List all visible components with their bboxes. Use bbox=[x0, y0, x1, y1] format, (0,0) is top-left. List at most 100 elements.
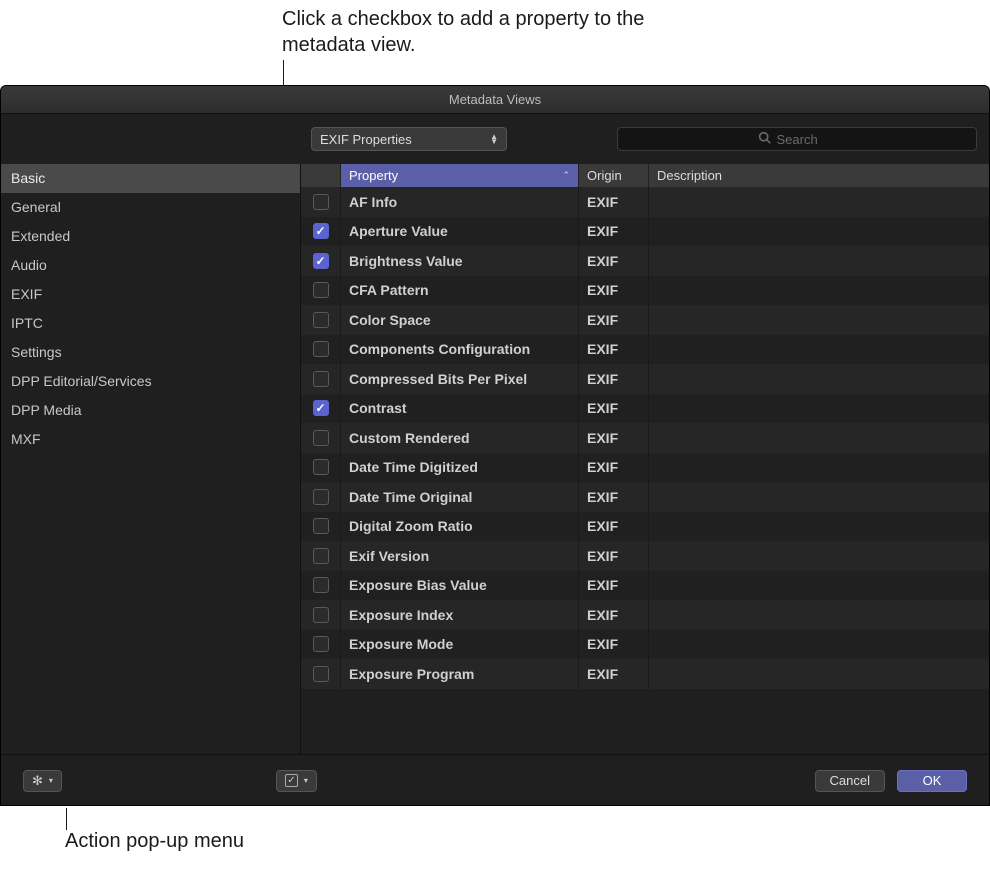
check-popup-button[interactable]: ✓ ▾ bbox=[276, 770, 317, 792]
row-checkbox[interactable] bbox=[313, 282, 329, 298]
callout-bottom: Action pop-up menu bbox=[65, 830, 244, 853]
metadata-views-window: Metadata Views EXIF Properties ▲▼ BasicG… bbox=[0, 85, 990, 806]
table-row[interactable]: ✓ ContrastEXIF bbox=[301, 394, 989, 424]
sidebar-item[interactable]: Basic bbox=[1, 164, 300, 193]
table-row[interactable]: Date Time DigitizedEXIF bbox=[301, 453, 989, 483]
row-property: AF Info bbox=[341, 187, 579, 217]
row-description bbox=[649, 541, 989, 571]
row-description bbox=[649, 423, 989, 453]
table-row[interactable]: Custom RenderedEXIF bbox=[301, 423, 989, 453]
row-description bbox=[649, 187, 989, 217]
row-property: Exposure Index bbox=[341, 600, 579, 630]
select-arrows-icon: ▲▼ bbox=[490, 134, 498, 144]
table-row[interactable]: ✓Aperture ValueEXIF bbox=[301, 217, 989, 247]
row-checkbox-cell bbox=[301, 364, 341, 394]
table-header: Property ⌃ Origin Description bbox=[301, 164, 989, 187]
row-origin: EXIF bbox=[579, 541, 649, 571]
chevron-down-icon: ▾ bbox=[49, 776, 53, 785]
row-checkbox[interactable] bbox=[313, 518, 329, 534]
table-row[interactable]: Exposure Bias ValueEXIF bbox=[301, 571, 989, 601]
row-property: Compressed Bits Per Pixel bbox=[341, 364, 579, 394]
row-property: Contrast bbox=[341, 394, 579, 424]
search-input[interactable] bbox=[777, 132, 837, 147]
row-checkbox[interactable]: ✓ bbox=[313, 223, 329, 239]
column-checkbox[interactable] bbox=[301, 164, 341, 187]
row-property: Exif Version bbox=[341, 541, 579, 571]
sidebar-item[interactable]: DPP Editorial/Services bbox=[1, 367, 300, 396]
row-description bbox=[649, 217, 989, 247]
row-origin: EXIF bbox=[579, 659, 649, 689]
table-row[interactable]: Digital Zoom RatioEXIF bbox=[301, 512, 989, 542]
row-checkbox[interactable]: ✓ bbox=[313, 400, 329, 416]
row-origin: EXIF bbox=[579, 600, 649, 630]
row-checkbox-cell bbox=[301, 600, 341, 630]
table-row[interactable]: AF InfoEXIF bbox=[301, 187, 989, 217]
table-row[interactable]: Exposure ProgramEXIF bbox=[301, 659, 989, 689]
table-row[interactable]: Components ConfigurationEXIF bbox=[301, 335, 989, 365]
row-checkbox-cell bbox=[301, 512, 341, 542]
table-body: AF InfoEXIF✓Aperture ValueEXIF✓Brightnes… bbox=[301, 187, 989, 754]
row-description bbox=[649, 335, 989, 365]
properties-select[interactable]: EXIF Properties ▲▼ bbox=[311, 127, 507, 151]
sidebar-item[interactable]: MXF bbox=[1, 425, 300, 454]
row-origin: EXIF bbox=[579, 187, 649, 217]
sidebar-item[interactable]: EXIF bbox=[1, 280, 300, 309]
row-checkbox[interactable] bbox=[313, 430, 329, 446]
row-checkbox[interactable] bbox=[313, 341, 329, 357]
table-row[interactable]: CFA PatternEXIF bbox=[301, 276, 989, 306]
row-description bbox=[649, 630, 989, 660]
table-row[interactable]: Compressed Bits Per PixelEXIF bbox=[301, 364, 989, 394]
row-checkbox[interactable] bbox=[313, 371, 329, 387]
table-row[interactable]: Exposure IndexEXIF bbox=[301, 600, 989, 630]
sidebar-item[interactable]: Extended bbox=[1, 222, 300, 251]
row-property: Aperture Value bbox=[341, 217, 579, 247]
sidebar-item[interactable]: DPP Media bbox=[1, 396, 300, 425]
row-checkbox[interactable] bbox=[313, 312, 329, 328]
table-row[interactable]: Date Time OriginalEXIF bbox=[301, 482, 989, 512]
gear-icon: ✻ bbox=[32, 773, 43, 789]
callout-top: Click a checkbox to add a property to th… bbox=[282, 6, 702, 58]
row-origin: EXIF bbox=[579, 335, 649, 365]
row-origin: EXIF bbox=[579, 394, 649, 424]
column-property[interactable]: Property ⌃ bbox=[341, 164, 579, 187]
sidebar-list: BasicGeneralExtendedAudioEXIFIPTCSetting… bbox=[1, 164, 301, 754]
ok-button[interactable]: OK bbox=[897, 770, 967, 792]
sidebar-item[interactable]: IPTC bbox=[1, 309, 300, 338]
table-row[interactable]: Exif VersionEXIF bbox=[301, 541, 989, 571]
table-row[interactable]: ✓Brightness ValueEXIF bbox=[301, 246, 989, 276]
properties-select-value: EXIF Properties bbox=[320, 132, 412, 147]
row-checkbox[interactable] bbox=[313, 548, 329, 564]
row-property: Date Time Digitized bbox=[341, 453, 579, 483]
action-popup-button[interactable]: ✻ ▾ bbox=[23, 770, 62, 792]
row-checkbox[interactable] bbox=[313, 607, 329, 623]
sidebar-item[interactable]: Settings bbox=[1, 338, 300, 367]
row-property: CFA Pattern bbox=[341, 276, 579, 306]
row-checkbox-cell bbox=[301, 453, 341, 483]
sidebar-item[interactable]: Audio bbox=[1, 251, 300, 280]
table-row[interactable]: Exposure ModeEXIF bbox=[301, 630, 989, 660]
row-description bbox=[649, 512, 989, 542]
sidebar-item[interactable]: General bbox=[1, 193, 300, 222]
row-checkbox[interactable] bbox=[313, 666, 329, 682]
row-origin: EXIF bbox=[579, 512, 649, 542]
row-origin: EXIF bbox=[579, 482, 649, 512]
row-checkbox-cell: ✓ bbox=[301, 217, 341, 247]
column-origin[interactable]: Origin bbox=[579, 164, 649, 187]
column-description-label: Description bbox=[657, 168, 722, 183]
row-property: Date Time Original bbox=[341, 482, 579, 512]
row-property: Custom Rendered bbox=[341, 423, 579, 453]
column-description[interactable]: Description bbox=[649, 164, 989, 187]
row-origin: EXIF bbox=[579, 246, 649, 276]
row-checkbox[interactable] bbox=[313, 194, 329, 210]
row-checkbox[interactable] bbox=[313, 577, 329, 593]
callout-line-bottom bbox=[66, 808, 67, 830]
search-field[interactable] bbox=[617, 127, 977, 151]
row-checkbox[interactable] bbox=[313, 636, 329, 652]
table-row[interactable]: Color SpaceEXIF bbox=[301, 305, 989, 335]
cancel-button[interactable]: Cancel bbox=[815, 770, 885, 792]
row-description bbox=[649, 659, 989, 689]
row-checkbox[interactable] bbox=[313, 459, 329, 475]
row-checkbox[interactable]: ✓ bbox=[313, 253, 329, 269]
row-origin: EXIF bbox=[579, 571, 649, 601]
row-checkbox[interactable] bbox=[313, 489, 329, 505]
